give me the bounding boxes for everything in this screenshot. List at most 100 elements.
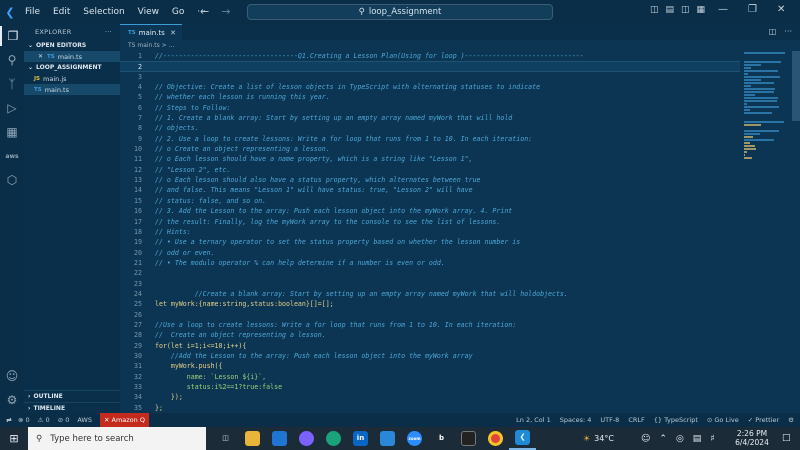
copilot-icon[interactable] [293,427,320,450]
code-line[interactable]: 34 }); [120,392,740,402]
outline-section[interactable]: › OUTLINE [24,390,120,401]
people-icon[interactable]: ☺ [641,434,650,444]
customize-layout-icon[interactable]: ▦ [697,5,706,15]
code-line[interactable]: 30 //Add the Lesson to the array: Push e… [120,351,740,361]
code-line[interactable]: 8 // objects. [120,123,740,133]
language-icon[interactable]: ▤ [693,434,702,444]
close-icon[interactable]: ✕ [38,53,43,60]
code-line[interactable]: 33 status:i%2==1?true:false [120,382,740,392]
code-line[interactable]: 26 [120,310,740,320]
toggle-secondary-sidebar-icon[interactable]: ◫ [681,5,690,15]
errors-count[interactable]: ⊗ 0 [18,416,30,424]
warnings-count[interactable]: ⚠ 0 [38,416,50,424]
project-folder-section[interactable]: ⌄ LOOP_ASSIGNMENT [24,62,120,73]
command-center-search[interactable]: ⚲ loop_Assignment [247,4,553,20]
code-line[interactable]: 35}; [120,403,740,413]
code-line[interactable]: 20 // odd or even. [120,248,740,258]
code-line[interactable]: 3 [120,72,740,82]
code-line[interactable]: 32 name: `Lesson ${i}`, [120,372,740,382]
remote-indicator-icon[interactable]: ⇌ [0,413,18,427]
code-line[interactable]: 23 [120,279,740,289]
breadcrumb[interactable]: TS main.ts > ... [120,40,174,51]
code-line[interactable]: 15 // status: false, and so on. [120,196,740,206]
code-line[interactable]: 7 // 1. Create a blank array: Start by se… [120,113,740,123]
store-icon[interactable] [374,427,401,450]
minimap[interactable] [744,51,792,301]
mail-icon[interactable] [266,427,293,450]
ports-count[interactable]: ⊘ 0 [58,416,70,424]
code-editor[interactable]: 1 //----------------------------------Q1.… [120,51,740,413]
chrome-icon[interactable] [482,427,509,450]
indentation[interactable]: Spaces: 4 [560,416,592,424]
open-editor-item[interactable]: ✕ TS main.ts [24,51,120,62]
code-line[interactable]: 25 let myWork:{name:string,status:boolean… [120,299,740,309]
timeline-section[interactable]: › TIMELINE [24,402,120,413]
toggle-primary-sidebar-icon[interactable]: ◫ [650,5,659,15]
code-line[interactable]: 19 // • Use a ternary operator to set the… [120,237,740,247]
code-line[interactable]: 10 // o Create an object representing a l… [120,144,740,154]
edge-browser-icon[interactable] [320,427,347,450]
bing-icon[interactable]: b [428,427,455,450]
file-item-main-ts[interactable]: TS main.ts [24,84,120,95]
explorer-files-icon[interactable]: ❐ [0,26,24,46]
file-explorer-icon[interactable] [239,427,266,450]
network-icon[interactable]: ◎ [676,434,684,444]
chevron-up-icon[interactable]: ⌃ [659,434,667,444]
menu-view[interactable]: View [138,7,159,17]
code-line[interactable]: 27 //Use a loop to create lessons: Write … [120,320,740,330]
code-line[interactable]: 29 for(let i=1;i<=10;i++){ [120,341,740,351]
code-line[interactable]: 28 // Create an object representing a les… [120,330,740,340]
forward-arrow-icon[interactable]: → [221,5,230,18]
code-line[interactable]: 1 //----------------------------------Q1.… [120,51,740,61]
cursor-position[interactable]: Ln 2, Col 1 [516,416,551,424]
code-line[interactable]: 17 // the result: Finally, log the myWork… [120,217,740,227]
back-arrow-icon[interactable]: ← [200,5,209,18]
manage-gear-icon[interactable]: ⚙ [0,390,24,410]
code-line[interactable]: 6 // Steps to Follow: [120,103,740,113]
toggle-panel-icon[interactable]: ▤ [666,5,675,15]
vscode-taskbar-icon[interactable]: ❮ [509,427,536,450]
code-line[interactable]: 2 [120,61,740,72]
open-editors-section[interactable]: ⌄ OPEN EDITORS [24,40,120,51]
terminal-icon[interactable] [455,427,482,450]
file-item-main-js[interactable]: JS main.js [24,73,120,84]
go-live-button[interactable]: ⊙ Go Live [707,416,739,424]
code-line[interactable]: 9 // 2. Use a loop to create lessons: Wri… [120,134,740,144]
code-line[interactable]: 16 // 3. Add the Lesson to the array: Pus… [120,206,740,216]
code-line[interactable]: 22 [120,268,740,278]
restore-icon[interactable]: ❐ [748,4,757,15]
more-actions-icon[interactable]: ··· [105,28,112,36]
taskbar-search[interactable]: ⚲ Type here to search [28,427,206,450]
aws-icon[interactable]: aws [0,146,24,166]
code-line[interactable]: 18 // Hints: [120,227,740,237]
linkedin-icon[interactable]: in [347,427,374,450]
menu-go[interactable]: Go [172,7,184,17]
language-mode[interactable]: {} TypeScript [654,416,698,424]
clock[interactable]: 2:26 PM 6/4/2024 [730,429,774,447]
code-line[interactable]: 13 // o Each lesson should also have a st… [120,175,740,185]
menu-edit[interactable]: Edit [53,7,70,17]
code-line[interactable]: 11 // o Each lesson should have a name pr… [120,154,740,164]
close-tab-icon[interactable]: ✕ [170,29,176,37]
code-line[interactable]: 5 // whether each lesson is running this … [120,92,740,102]
menu-selection[interactable]: Selection [83,7,124,17]
notifications-bell-icon[interactable]: ⚙ [788,416,794,424]
zoom-icon[interactable]: zoom [401,427,428,450]
prettier-status[interactable]: ✓ Prettier [748,416,779,424]
aws-status[interactable]: AWS [77,416,92,424]
amazon-q-status[interactable]: ✕ Amazon Q [100,413,149,427]
end-of-line[interactable]: CRLF [628,416,644,424]
code-line[interactable]: 12 // "Lesson 2", etc. [120,165,740,175]
close-window-icon[interactable]: ✕ [777,4,785,15]
encoding[interactable]: UTF-8 [600,416,619,424]
tab-main-ts[interactable]: TS main.ts ✕ [120,24,182,40]
weather-widget[interactable]: ☀ 34°C [583,427,614,450]
extensions-icon[interactable]: ▦ [0,122,24,142]
task-view-icon[interactable]: ◫ [212,427,239,450]
minimize-icon[interactable]: — [718,4,728,15]
split-editor-icon[interactable]: ◫ [769,27,777,36]
search-activity-icon[interactable]: ⚲ [0,50,24,70]
run-debug-icon[interactable]: ▷ [0,98,24,118]
amazon-q-icon[interactable]: ⬡ [0,170,24,190]
code-line[interactable]: 21 // • The modulo operator % can help de… [120,258,740,268]
